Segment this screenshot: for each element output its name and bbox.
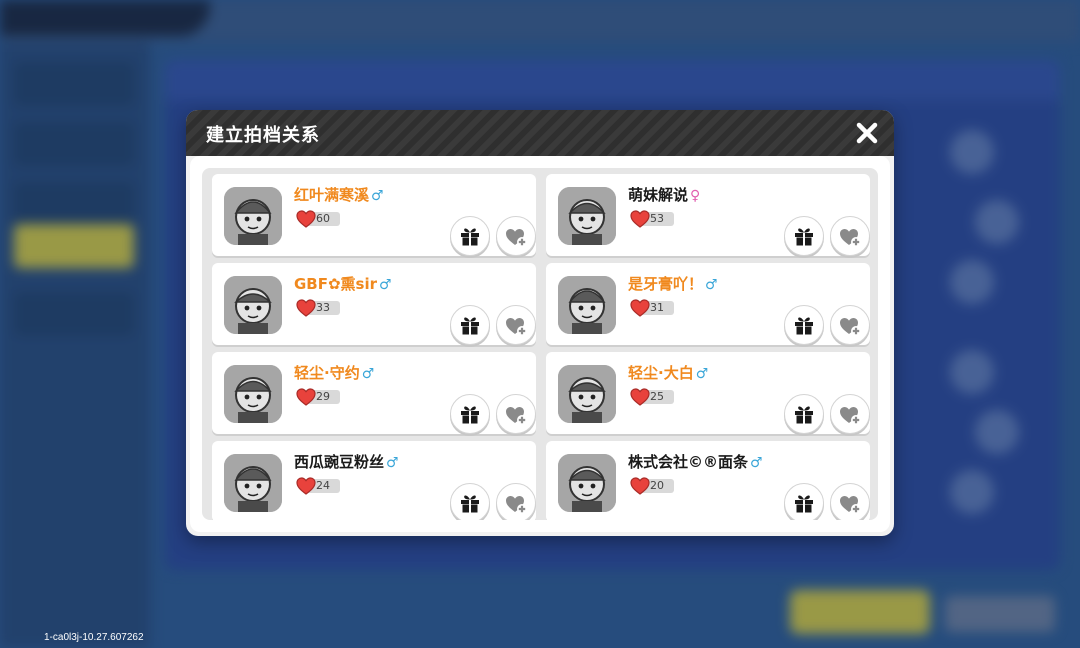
- dialog-body: 红叶满寒溪 ♂ 60 萌妹解说 ♀ 53 GBF✿熏sir ♂ 33 是牙膏吖！…: [190, 156, 890, 532]
- friend-name: 轻尘·大白: [628, 364, 694, 382]
- gender-icon: ♂: [379, 277, 392, 293]
- affinity-badge: 25: [630, 388, 674, 406]
- gender-icon: ♂: [695, 366, 709, 382]
- avatar[interactable]: [558, 365, 616, 423]
- partner-dialog: 建立拍档关系 红叶满寒溪 ♂ 60 萌妹解说 ♀ 53 GBF✿熏sir ♂ 3…: [186, 110, 894, 536]
- gender-icon: ♂: [361, 366, 375, 382]
- affinity-value: 31: [650, 301, 664, 314]
- avatar[interactable]: [224, 187, 282, 245]
- affinity-badge: 20: [630, 477, 674, 495]
- friend-card: 红叶满寒溪 ♂ 60: [212, 174, 536, 256]
- avatar[interactable]: [558, 454, 616, 512]
- send-gift-button[interactable]: [784, 394, 824, 434]
- avatar[interactable]: [224, 365, 282, 423]
- send-gift-button[interactable]: [450, 483, 490, 520]
- friend-name: 是牙膏吖！: [628, 275, 704, 293]
- add-partner-button[interactable]: [496, 394, 536, 434]
- heart-icon: [296, 388, 316, 406]
- heart-plus-icon: [840, 407, 861, 425]
- affinity-value: 20: [650, 479, 664, 492]
- heart-plus-icon: [506, 496, 527, 514]
- friend-card: 株式会社©®面条 ♂ 20: [546, 441, 870, 520]
- heart-plus-icon: [840, 318, 861, 336]
- affinity-badge: 33: [296, 299, 340, 317]
- gender-icon: ♂: [750, 455, 763, 471]
- version-label: 1-ca0l3j-10.27.607262: [44, 632, 144, 643]
- friend-card: 轻尘·大白 ♂ 25: [546, 352, 870, 434]
- heart-icon: [296, 477, 316, 495]
- gift-icon: [461, 317, 479, 335]
- add-partner-button[interactable]: [496, 483, 536, 520]
- friend-name: 红叶满寒溪: [294, 186, 370, 204]
- send-gift-button[interactable]: [450, 216, 490, 256]
- affinity-badge: 31: [630, 299, 674, 317]
- affinity-value: 33: [316, 301, 330, 314]
- affinity-value: 24: [316, 479, 330, 492]
- gift-icon: [461, 228, 479, 246]
- send-gift-button[interactable]: [784, 483, 824, 520]
- heart-plus-icon: [840, 496, 861, 514]
- send-gift-button[interactable]: [450, 305, 490, 345]
- affinity-value: 29: [316, 390, 330, 403]
- gift-icon: [795, 317, 813, 335]
- add-partner-button[interactable]: [830, 305, 870, 345]
- affinity-badge: 53: [630, 210, 674, 228]
- add-partner-button[interactable]: [496, 216, 536, 256]
- close-icon[interactable]: [854, 120, 880, 146]
- gift-icon: [795, 228, 813, 246]
- gift-icon: [795, 406, 813, 424]
- heart-icon: [296, 210, 316, 228]
- friend-name: 萌妹解说: [628, 186, 689, 204]
- dialog-title: 建立拍档关系: [206, 125, 320, 146]
- friend-card: 轻尘·守约 ♂ 29: [212, 352, 536, 434]
- dialog-header: 建立拍档关系: [186, 110, 894, 156]
- avatar[interactable]: [558, 276, 616, 334]
- send-gift-button[interactable]: [784, 216, 824, 256]
- heart-icon: [630, 477, 650, 495]
- affinity-badge: 29: [296, 388, 340, 406]
- gender-icon: ♀: [690, 188, 701, 204]
- send-gift-button[interactable]: [450, 394, 490, 434]
- avatar[interactable]: [224, 454, 282, 512]
- gift-icon: [461, 406, 479, 424]
- friend-list[interactable]: 红叶满寒溪 ♂ 60 萌妹解说 ♀ 53 GBF✿熏sir ♂ 33 是牙膏吖！…: [202, 168, 878, 520]
- gender-icon: ♂: [705, 277, 718, 293]
- friend-card: 是牙膏吖！ ♂ 31: [546, 263, 870, 345]
- heart-plus-icon: [506, 318, 527, 336]
- friend-card: 西瓜豌豆粉丝 ♂ 24: [212, 441, 536, 520]
- add-partner-button[interactable]: [830, 483, 870, 520]
- friend-name: 株式会社©®面条: [628, 453, 749, 471]
- gift-icon: [795, 495, 813, 513]
- affinity-badge: 60: [296, 210, 340, 228]
- friend-card: 萌妹解说 ♀ 53: [546, 174, 870, 256]
- heart-icon: [630, 210, 650, 228]
- heart-icon: [296, 299, 316, 317]
- avatar[interactable]: [558, 187, 616, 245]
- affinity-value: 25: [650, 390, 664, 403]
- avatar[interactable]: [224, 276, 282, 334]
- heart-plus-icon: [506, 407, 527, 425]
- heart-plus-icon: [506, 229, 527, 247]
- add-partner-button[interactable]: [830, 394, 870, 434]
- gift-icon: [461, 495, 479, 513]
- heart-plus-icon: [840, 229, 861, 247]
- send-gift-button[interactable]: [784, 305, 824, 345]
- add-partner-button[interactable]: [496, 305, 536, 345]
- affinity-value: 53: [650, 212, 664, 225]
- friend-name: 西瓜豌豆粉丝: [294, 453, 385, 471]
- add-partner-button[interactable]: [830, 216, 870, 256]
- affinity-value: 60: [316, 212, 330, 225]
- gender-icon: ♂: [371, 188, 384, 204]
- affinity-badge: 24: [296, 477, 340, 495]
- friend-name: GBF✿熏sir: [294, 275, 378, 293]
- gender-icon: ♂: [386, 455, 399, 471]
- heart-icon: [630, 388, 650, 406]
- friend-name: 轻尘·守约: [294, 364, 360, 382]
- friend-card: GBF✿熏sir ♂ 33: [212, 263, 536, 345]
- heart-icon: [630, 299, 650, 317]
